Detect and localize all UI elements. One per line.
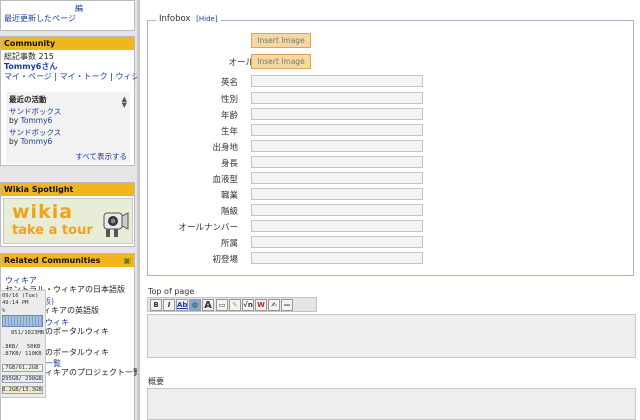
editor-toolbar: B I Ab ◍ A ▭ ✎ √n W ✍ — bbox=[147, 297, 317, 312]
image-icon[interactable]: ▭ bbox=[216, 299, 228, 311]
field-label: 出身地 bbox=[212, 143, 238, 153]
edit-icon[interactable]: 編 bbox=[75, 3, 83, 14]
field-input-all-number[interactable] bbox=[251, 220, 423, 232]
field-input-birthplace[interactable] bbox=[251, 140, 423, 152]
field-label: オールナンバー bbox=[178, 223, 238, 233]
related-description: のポータルウィキ bbox=[45, 348, 109, 357]
nowiki-button[interactable]: W bbox=[255, 299, 267, 311]
field-input-blood-type[interactable] bbox=[251, 172, 423, 184]
field-input-affiliation[interactable] bbox=[251, 236, 423, 248]
related-description: ィキアのプロジェクト一覧 bbox=[45, 368, 141, 377]
related-description: のポータルウィキ bbox=[45, 327, 109, 336]
italic-button[interactable]: I bbox=[163, 299, 175, 311]
meter-disk3: 8.2GB/13.3GB bbox=[2, 387, 42, 393]
meter-memory: 851/1023MB bbox=[11, 330, 45, 336]
meter-disk2: 295GB/ 298GB bbox=[2, 376, 42, 382]
top-of-page-textarea[interactable] bbox=[147, 314, 636, 358]
meter-net-up: .8KB/ bbox=[2, 344, 19, 350]
hide-infobox-link[interactable]: [Hide] bbox=[196, 15, 217, 23]
related-title: Related Communities bbox=[4, 256, 101, 265]
field-label: 階級 bbox=[220, 207, 238, 217]
top-of-page-label: Top of page bbox=[148, 287, 195, 296]
cpu-bar bbox=[2, 315, 43, 327]
headline-button[interactable]: A bbox=[202, 299, 214, 311]
recent-activity-panel: 最近の活動 ▲ ▼ サンドボックス by Tommy6 サンドボックス by To… bbox=[6, 92, 130, 164]
meter-percent: % bbox=[2, 308, 6, 314]
infobox-fieldset: 画像 Insert Image オール画像 Insert Image 英名 性別… bbox=[147, 20, 634, 276]
field-label: 性別 bbox=[220, 95, 238, 105]
activity-user-link[interactable]: Tommy6 bbox=[21, 116, 53, 125]
insert-image-button[interactable]: Insert Image bbox=[251, 33, 311, 48]
field-input-birth-year[interactable] bbox=[251, 124, 423, 136]
meter-net-down-max: 110KB bbox=[25, 351, 42, 357]
activity-by: by bbox=[9, 116, 19, 125]
infobox-legend: Infobox [Hide] bbox=[156, 14, 221, 24]
summary-label: 概要 bbox=[148, 377, 164, 386]
meter-date: 09/16 (Tue) bbox=[2, 293, 39, 299]
activity-page-link[interactable]: サンドボックス bbox=[9, 107, 61, 116]
wikia-logo-text: wikia bbox=[12, 201, 74, 223]
pencil-icon[interactable]: ✎ bbox=[229, 299, 241, 311]
insert-image-button[interactable]: Insert Image bbox=[251, 54, 311, 69]
horizontal-line-button[interactable]: — bbox=[281, 299, 293, 311]
globe-icon[interactable]: ◍ bbox=[189, 299, 201, 311]
user-link[interactable]: Tommy6さん bbox=[4, 62, 57, 71]
infobox-title: Infobox bbox=[159, 14, 191, 24]
meter-net-down: .87KB/ bbox=[2, 351, 22, 357]
field-input-height[interactable] bbox=[251, 156, 423, 168]
activity-by: by bbox=[9, 137, 19, 146]
field-input-gender[interactable] bbox=[251, 92, 423, 104]
meter-disk1: .7GB/61.2GB bbox=[2, 365, 39, 371]
take-a-tour-text: take a tour bbox=[12, 223, 93, 238]
activity-page-link[interactable]: サンドボックス bbox=[9, 128, 61, 137]
field-label: 所属 bbox=[220, 239, 238, 249]
article-count: 総記事数 215 bbox=[4, 52, 54, 61]
recent-changes-box: 最近更新したページ 編 bbox=[0, 0, 135, 31]
edit-form: 画像 Insert Image オール画像 Insert Image 英名 性別… bbox=[140, 0, 640, 420]
my-page-link[interactable]: マイ・ページ bbox=[4, 72, 52, 81]
field-label: 生年 bbox=[220, 127, 238, 137]
link-separator: | bbox=[110, 72, 113, 81]
meter-time: 49:14 PM bbox=[2, 300, 29, 306]
math-button[interactable]: √n bbox=[242, 299, 254, 311]
field-label: 英名 bbox=[220, 78, 238, 88]
field-label: 初登場 bbox=[212, 255, 238, 265]
field-label: 身長 bbox=[220, 159, 238, 169]
field-input-rank[interactable] bbox=[251, 204, 423, 216]
field-label: 血液型 bbox=[212, 175, 238, 185]
field-label: 年齢 bbox=[220, 111, 238, 121]
recent-changes-link[interactable]: 最近更新したページ bbox=[4, 13, 76, 24]
community-header: Community bbox=[1, 37, 134, 50]
meter-net-up-max: 50KB bbox=[27, 344, 41, 350]
field-input-english-name[interactable] bbox=[251, 75, 423, 87]
bold-button[interactable]: B bbox=[150, 299, 162, 311]
field-input-occupation[interactable] bbox=[251, 188, 423, 200]
system-meter-widget: 09/16 (Tue) 49:14 PM % 851/1023MB .8KB/ … bbox=[0, 290, 46, 398]
field-input-age[interactable] bbox=[251, 108, 423, 120]
summary-textarea[interactable] bbox=[147, 388, 636, 420]
my-talk-link[interactable]: マイ・トーク bbox=[60, 72, 108, 81]
recent-activity-title: 最近の活動 bbox=[9, 95, 47, 104]
activity-user-link[interactable]: Tommy6 bbox=[21, 137, 53, 146]
field-input-first-appearance[interactable] bbox=[251, 252, 423, 264]
link-separator: | bbox=[54, 72, 58, 81]
field-label: 職業 bbox=[220, 191, 238, 201]
signature-icon[interactable]: ✍ bbox=[268, 299, 280, 311]
internal-link-button[interactable]: Ab bbox=[176, 299, 188, 311]
